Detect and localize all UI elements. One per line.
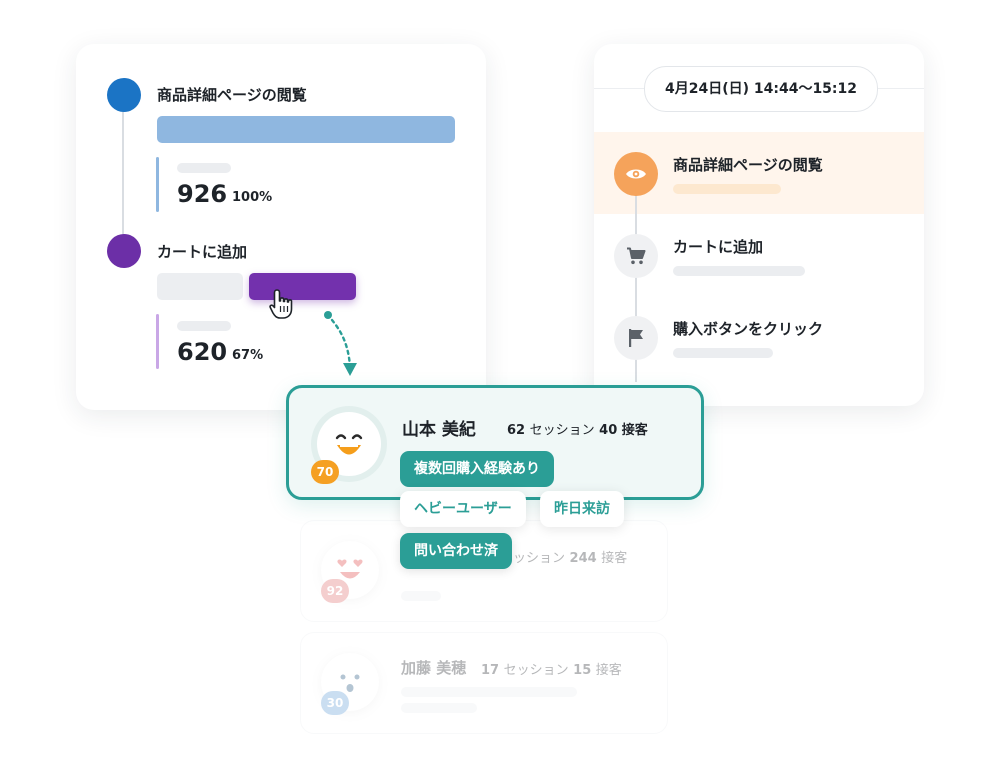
- date-range-pill[interactable]: 4月24日(日) 14:44〜15:12: [644, 66, 878, 112]
- timeline-card: 4月24日(日) 14:44〜15:12 商品詳細ページの閲覧 カートに追加 購…: [594, 44, 924, 406]
- timeline-event-1-detail: [673, 184, 781, 194]
- timeline-header-rule: [594, 88, 644, 89]
- tag-repeat-purchaser[interactable]: 複数回購入経験あり: [400, 451, 554, 487]
- step-2-title: カートに追加: [157, 243, 248, 261]
- engagement-score-badge: 92: [321, 579, 349, 603]
- funnel-card: 商品詳細ページの閲覧 926 100% カートに追加 620 67%: [76, 44, 486, 410]
- step-1-stat-line: [156, 157, 159, 212]
- timeline-event-3-title: 購入ボタンをクリック: [673, 320, 824, 338]
- dotted-arrow-icon: [324, 311, 357, 376]
- step-2-bar-remainder: [157, 273, 243, 300]
- step-1-count: 926: [177, 180, 228, 208]
- timeline-event-3-icon-badge: [614, 316, 658, 360]
- timeline-event-1-title: 商品詳細ページの閲覧: [673, 156, 823, 174]
- user-session-stats: 17 セッション 15 接客: [481, 663, 622, 678]
- funnel-connector: [122, 96, 124, 252]
- step-1-dot: [107, 78, 141, 112]
- flag-icon: [629, 329, 643, 347]
- user-detail-placeholder: [401, 591, 441, 601]
- tag-heavy-user[interactable]: ヘビーユーザー: [400, 491, 526, 527]
- engagement-score-badge: 70: [311, 460, 339, 484]
- user-name: 山本 美紀: [402, 420, 476, 440]
- user-session-stats: ッション 244 接客: [513, 551, 628, 566]
- step-1-percent: 100%: [232, 190, 273, 205]
- timeline-event-2-title: カートに追加: [673, 238, 764, 256]
- step-2-bar[interactable]: [249, 273, 356, 300]
- timeline-event-2-icon-badge: [614, 234, 658, 278]
- user-detail-placeholder: [401, 703, 477, 713]
- step-2-label-placeholder: [177, 321, 231, 331]
- user-session-stats: 62 セッション 40 接客: [507, 423, 648, 438]
- step-2-stat-line: [156, 314, 159, 369]
- step-1-bar[interactable]: [157, 116, 455, 143]
- eye-icon: [626, 169, 646, 179]
- cart-icon: [627, 247, 646, 265]
- tag-visited-yesterday[interactable]: 昨日来訪: [540, 491, 624, 527]
- step-1-title: 商品詳細ページの閲覧: [157, 86, 307, 104]
- step-2-percent: 67%: [232, 348, 264, 363]
- timeline-event-2-detail: [673, 266, 805, 276]
- timeline-event-3-detail: [673, 348, 773, 358]
- user-detail-placeholder: [401, 687, 577, 697]
- step-2-dot: [107, 234, 141, 268]
- tag-inquired[interactable]: 問い合わせ済: [400, 533, 512, 569]
- step-2-count: 620: [177, 338, 228, 366]
- step-1-label-placeholder: [177, 163, 231, 173]
- hand-cursor-icon: [269, 289, 293, 319]
- user-card-1[interactable]: 70 山本 美紀 62 セッション 40 接客 複数回購入経験あり: [286, 385, 704, 500]
- user-name: 加藤 美穂: [401, 659, 467, 677]
- user-card-3[interactable]: 30 加藤 美穂 17 セッション 15 接客: [300, 632, 668, 734]
- timeline-event-1-icon-badge: [614, 152, 658, 196]
- timeline-header-rule: [876, 88, 924, 89]
- engagement-score-badge: 30: [321, 691, 349, 715]
